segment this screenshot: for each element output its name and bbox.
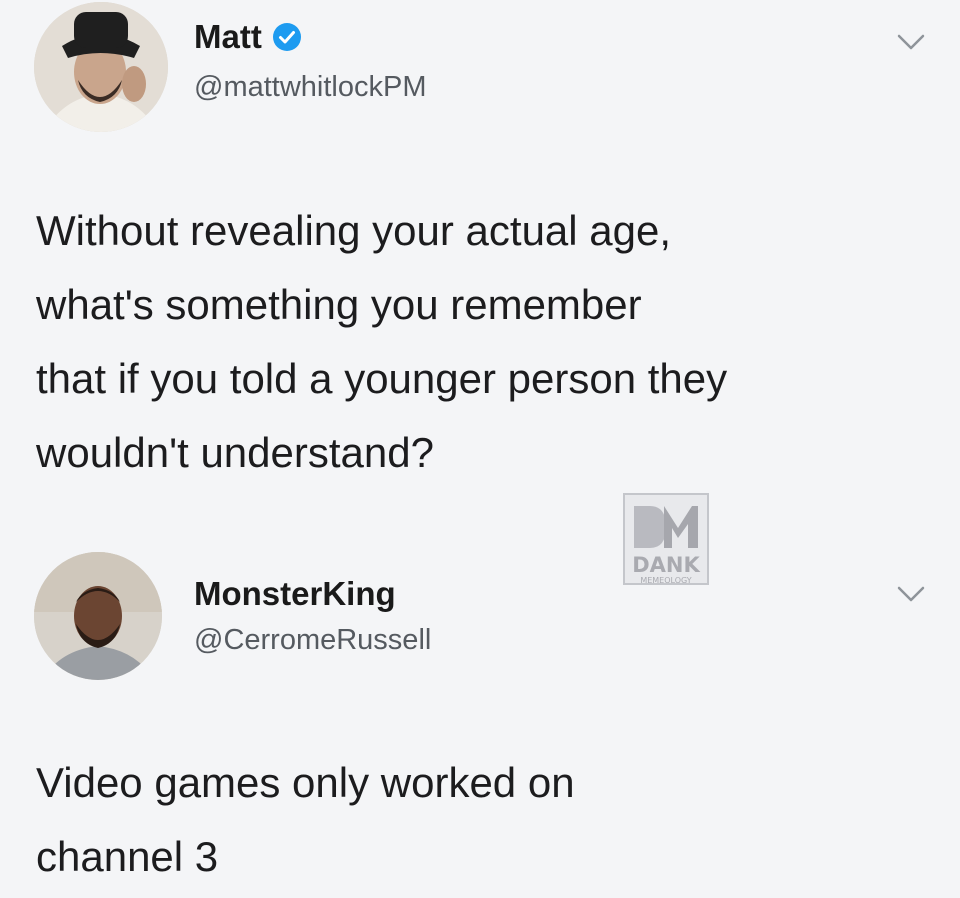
tweet-menu-button[interactable] [896, 32, 926, 52]
reply-menu-button[interactable] [896, 584, 926, 604]
person-with-bucket-hat-avatar-icon [34, 2, 168, 132]
author-name-row: Matt [194, 18, 302, 56]
reply-author-name-row: MonsterKing [194, 575, 396, 613]
chevron-down-icon [897, 586, 925, 602]
tweet-original: Matt @mattwhitlockPM Without revealing y… [0, 0, 960, 520]
verified-badge-icon [272, 22, 302, 52]
reply-author-handle[interactable]: @CerromeRussell [194, 624, 431, 657]
tweet-reply: MonsterKing @CerromeRussell Video games … [0, 520, 960, 898]
reply-author-avatar[interactable] [34, 552, 162, 680]
chevron-down-icon [897, 34, 925, 50]
reply-text: Video games only worked on channel 3 [36, 759, 575, 880]
reply-author-display-name[interactable]: MonsterKing [194, 575, 396, 613]
author-display-name[interactable]: Matt [194, 18, 262, 56]
tweet-text: Without revealing your actual age, what'… [36, 207, 728, 476]
author-handle[interactable]: @mattwhitlockPM [194, 71, 426, 104]
author-avatar[interactable] [34, 2, 168, 132]
person-avatar-icon [34, 552, 162, 680]
